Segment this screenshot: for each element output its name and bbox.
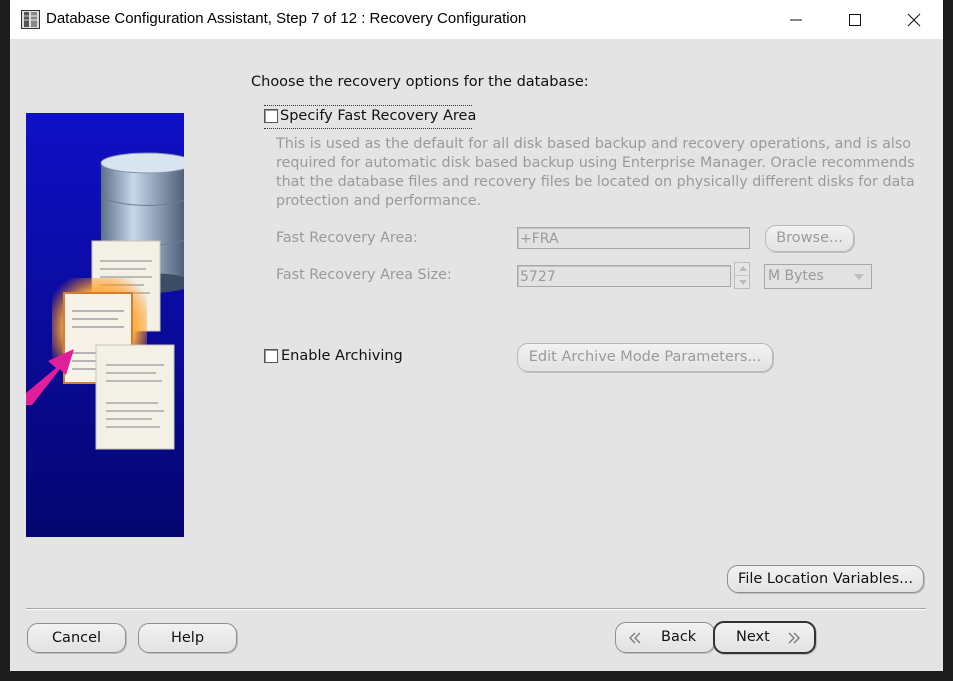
maximize-icon [849,14,861,26]
recovery-prompt: Choose the recovery options for the data… [251,74,589,90]
chevron-left-icon [629,632,641,644]
enable-archiving-checkbox[interactable] [264,349,278,363]
next-label: Next [736,629,770,645]
spinner-down-icon[interactable] [739,280,747,285]
spinner-divider [735,275,749,276]
chevron-down-icon [854,274,864,280]
size-unit-select[interactable]: M Bytes [764,264,872,289]
back-label: Back [661,629,697,645]
window-title: Database Configuration Assistant, Step 7… [46,10,527,27]
back-button[interactable]: Back [615,622,715,653]
maximize-button[interactable] [832,0,878,39]
dbca-window: Database Configuration Assistant, Step 7… [10,0,943,671]
minimize-button[interactable] [773,0,819,39]
fast-recovery-area-field[interactable]: +FRA [517,227,750,249]
fast-recovery-description: This is used as the default for all disk… [276,136,915,209]
enable-archiving-label[interactable]: Enable Archiving [281,348,403,364]
help-button[interactable]: Help [138,623,237,653]
next-button[interactable]: Next [713,621,816,654]
cancel-button[interactable]: Cancel [27,623,126,653]
fast-recovery-size-field[interactable]: 5727 [517,265,731,287]
close-icon [907,13,921,27]
footer-separator [26,608,926,610]
browse-button[interactable]: Browse... [765,225,854,252]
close-button[interactable] [891,0,937,39]
size-spinner[interactable] [734,262,750,289]
wizard-illustration [26,113,184,537]
fast-recovery-size-label: Fast Recovery Area Size: [276,267,452,283]
minimize-icon [790,19,802,21]
database-app-icon [21,10,40,29]
edit-archive-params-button[interactable]: Edit Archive Mode Parameters... [517,343,773,372]
fast-recovery-checkbox[interactable] [264,109,278,123]
size-unit-value: M Bytes [768,268,824,284]
file-location-variables-button[interactable]: File Location Variables... [727,565,924,593]
fast-recovery-label[interactable]: Specify Fast Recovery Area [280,108,476,124]
fast-recovery-area-label: Fast Recovery Area: [276,230,418,246]
chevron-right-icon [788,632,800,644]
spinner-up-icon[interactable] [739,266,747,271]
title-bar: Database Configuration Assistant, Step 7… [10,0,943,39]
